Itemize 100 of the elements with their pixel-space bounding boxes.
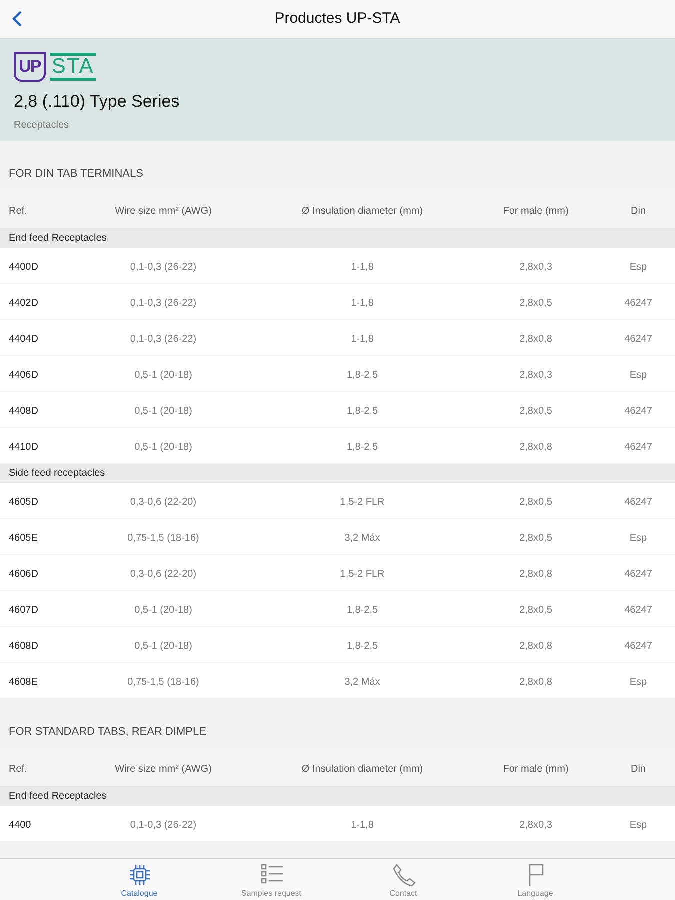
group-title: Side feed receptacles [9,467,106,481]
column-header: Ref. [9,764,28,774]
table-cell: 2,8x0,5 [520,298,552,308]
table-row[interactable]: 4608E 0,75-1,5 (18-16) 3,2 Máx 2,8x0,8 Esp [0,663,675,699]
table-cell: 0,1-0,3 (26-22) [130,334,197,344]
table-cell: 1,5-2 FLR [340,496,385,508]
table-cell: 46247 [624,568,652,580]
table-cell: 2,8x0,8 [520,442,552,452]
table-cell: 4400 [9,820,32,830]
table-cell: Esp [630,676,648,688]
table-cell: Esp [630,262,648,272]
table-cell: 46247 [624,334,652,344]
table-row[interactable]: 4406D 0,5-1 (20-18) 1,8-2,5 2,8x0,3 Esp [0,356,675,392]
table-cell: 46247 [624,640,652,652]
page-title: Productes UP-STA [274,8,400,29]
table-cell: 4406D [9,370,38,380]
table-cell: 1,8-2,5 [346,640,378,652]
table-cell: 3,2 Máx [344,676,380,688]
table-cell: Esp [630,820,648,830]
section-title: FOR DIN TAB TERMINALS [9,166,144,182]
tab-bar-item[interactable]: Catalogue [74,859,206,900]
table-cell: 1,5-2 FLR [340,568,385,580]
group-title: End feed Receptacles [9,232,107,246]
table-cell: 2,8x0,3 [520,262,552,272]
group-title: End feed Receptacles [9,790,107,804]
table-cell: 46247 [624,604,652,616]
table-cell: Esp [630,370,648,380]
table-cell: 1-1,8 [351,820,374,830]
section-title: FOR STANDARD TABS, REAR DIMPLE [9,724,206,740]
table-cell: 1,8-2,5 [346,604,378,616]
table-row[interactable]: 4410D 0,5-1 (20-18) 1,8-2,5 2,8x0,8 46247 [0,428,675,464]
table-row[interactable]: 4400 0,1-0,3 (26-22) 1-1,8 2,8x0,3 Esp [0,806,675,842]
table-cell: 2,8x0,5 [520,406,552,416]
series-title: 2,8 (.110) Type Series [14,91,180,113]
column-header: Wire size mm² (AWG) [115,206,212,216]
table-cell: 4410D [9,442,38,452]
column-header: Din [630,764,646,774]
table-cell: 0,1-0,3 (26-22) [130,262,197,272]
table-cell: 1-1,8 [351,262,374,272]
column-header: For male (mm) [503,206,569,216]
table-cell: 2,8x0,8 [520,568,552,580]
logo-shield: UP [14,52,46,82]
table-cell: 4408D [9,406,38,416]
table-cell: 4608D [9,640,38,652]
back-icon [11,10,23,28]
column-header: Ø Insulation diameter (mm) [302,206,424,216]
table-cell: 0,5-1 (20-18) [134,406,192,416]
column-header: Din [630,206,646,216]
logo-wordmark: STA [50,53,96,81]
table-cell: 2,8x0,3 [520,370,552,380]
table-row[interactable]: 4606D 0,3-0,6 (22-20) 1,5-2 FLR 2,8x0,8 46247 [0,555,675,591]
table-cell: 1,8-2,5 [346,406,378,416]
table-cell: 4607D [9,604,38,616]
table-cell: 46247 [624,406,652,416]
table-cell: 0,1-0,3 (26-22) [130,820,197,830]
table-row[interactable]: 4404D 0,1-0,3 (26-22) 1-1,8 2,8x0,8 46247 [0,320,675,356]
table-cell: 46247 [624,442,652,452]
table-cell: 2,8x0,5 [520,496,552,508]
column-header: Wire size mm² (AWG) [115,764,212,774]
phone-icon [390,862,416,888]
table-cell: 0,5-1 (20-18) [134,640,192,652]
series-subtitle: Receptacles [14,118,70,132]
column-header: Ref. [9,206,28,216]
table-cell: 3,2 Máx [344,532,380,544]
table-row[interactable]: 4608D 0,5-1 (20-18) 1,8-2,5 2,8x0,8 46247 [0,627,675,663]
table-cell: 4606D [9,568,38,580]
table-cell: 0,3-0,6 (22-20) [130,568,197,580]
table-cell: 1-1,8 [351,334,374,344]
table-cell: 46247 [624,496,652,508]
table-cell: 0,1-0,3 (26-22) [130,298,197,308]
table-cell: 2,8x0,8 [520,334,552,344]
table-cell: 2,8x0,8 [520,676,552,688]
table-cell: 4402D [9,298,38,308]
table-row[interactable]: 4402D 0,1-0,3 (26-22) 1-1,8 2,8x0,5 46247 [0,284,675,320]
table-cell: 2,8x0,5 [520,604,552,616]
table-cell: 2,8x0,5 [520,532,552,544]
table-cell: 2,8x0,8 [520,640,552,652]
table-cell: 4605E [9,532,38,544]
table-cell: 1,8-2,5 [346,442,378,452]
table-cell: 4605D [9,496,38,508]
table-cell: 1-1,8 [351,298,374,308]
column-header: Ø Insulation diameter (mm) [302,764,424,774]
table-cell: 0,75-1,5 (18-16) [128,532,200,544]
table-cell: 0,5-1 (20-18) [134,370,192,380]
table-cell: 4404D [9,334,38,344]
table-row[interactable]: 4408D 0,5-1 (20-18) 1,8-2,5 2,8x0,5 46247 [0,392,675,428]
table-cell: Esp [630,532,648,544]
table-cell: 46247 [624,298,652,308]
table-cell: 4608E [9,676,38,688]
table-row[interactable]: 4607D 0,5-1 (20-18) 1,8-2,5 2,8x0,5 46247 [0,591,675,627]
table-cell: 0,5-1 (20-18) [134,604,192,616]
table-row[interactable]: 4400D 0,1-0,3 (26-22) 1-1,8 2,8x0,3 Esp [0,248,675,284]
table-cell: 4400D [9,262,38,272]
table-cell: 0,3-0,6 (22-20) [130,496,197,508]
table-cell: 2,8x0,3 [520,820,552,830]
table-cell: 0,5-1 (20-18) [134,442,192,452]
table-row[interactable]: 4605E 0,75-1,5 (18-16) 3,2 Máx 2,8x0,5 Esp [0,519,675,555]
column-header: For male (mm) [503,764,569,774]
table-row[interactable]: 4605D 0,3-0,6 (22-20) 1,5-2 FLR 2,8x0,5 46247 [0,483,675,519]
table-cell: 0,75-1,5 (18-16) [128,676,200,688]
